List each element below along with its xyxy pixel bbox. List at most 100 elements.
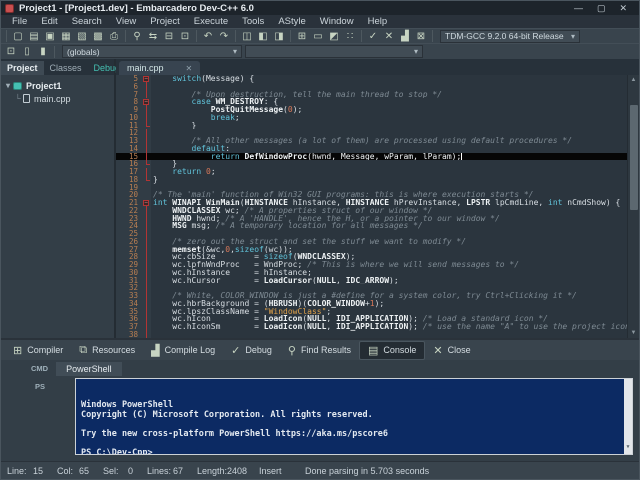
layout-full-icon[interactable]: ▭ — [311, 30, 325, 43]
report-tab-console[interactable]: ▤Console — [359, 341, 425, 360]
save-icon[interactable]: ▣ — [43, 30, 57, 43]
editor-scrollbar[interactable]: ▲ ▼ — [627, 75, 639, 338]
line-number[interactable]: 8 — [116, 98, 142, 106]
code-line[interactable]: 34 wc.hbrBackground = (HBRUSH)(COLOR_WIN… — [116, 300, 639, 308]
code-line[interactable]: 30 wc.hInstance = hInstance; — [116, 269, 639, 277]
line-number[interactable]: 7 — [116, 91, 142, 99]
panel-tab-classes[interactable]: Classes — [44, 61, 88, 75]
layout-grid-icon[interactable]: ⊞ — [295, 30, 309, 43]
line-number[interactable]: 5 — [116, 75, 142, 83]
print-icon[interactable]: ⎙ — [107, 30, 121, 43]
tab-powershell[interactable]: PowerShell — [56, 362, 122, 376]
report-tab-compiler[interactable]: ⊞Compiler — [5, 342, 71, 359]
tree-item-project1[interactable]: ▾Project1 — [3, 79, 112, 92]
report-tab-resources[interactable]: ⧉Resources — [71, 342, 143, 359]
fold-collapse-icon[interactable]: − — [143, 76, 149, 82]
fold-column[interactable]: − — [142, 98, 151, 106]
code-line[interactable]: 11 } — [116, 122, 639, 130]
code-line[interactable]: 5− switch(Message) { — [116, 75, 639, 83]
toggle-bookmark-icon[interactable]: ▯ — [20, 45, 34, 58]
fold-collapse-icon[interactable]: − — [143, 99, 149, 105]
menu-file[interactable]: File — [5, 15, 34, 28]
code-line[interactable]: 29 wc.lpfnWndProc = WndProc; /* This is … — [116, 261, 639, 269]
code-line[interactable]: 33 /* White, COLOR_WINDOW is just a #def… — [116, 292, 639, 300]
tree-expand-icon[interactable]: ▾ — [3, 81, 13, 90]
menu-view[interactable]: View — [109, 15, 143, 28]
code-line[interactable]: 20/* The 'main' function of Win32 GUI pr… — [116, 191, 639, 199]
line-number[interactable]: 6 — [116, 83, 142, 91]
goto-bookmark-icon[interactable]: ▮ — [36, 45, 50, 58]
code-line[interactable]: 24 MSG msg; /* A temporary location for … — [116, 222, 639, 230]
code-line[interactable]: 8− case WM_DESTROY: { — [116, 98, 639, 106]
functions-select[interactable]: ▾ — [245, 45, 423, 58]
code-line[interactable]: 37 wc.hIconSm = LoadIcon(NULL, IDI_APPLI… — [116, 323, 639, 331]
goto-line-icon[interactable]: ⊡ — [178, 30, 192, 43]
code-line[interactable]: 6 — [116, 83, 639, 91]
close-button[interactable]: ✕ — [619, 1, 627, 15]
delete-profiling-icon[interactable]: ⊠ — [414, 30, 428, 43]
menu-execute[interactable]: Execute — [187, 15, 235, 28]
menu-astyle[interactable]: AStyle — [271, 15, 312, 28]
open-file-icon[interactable]: ▤ — [27, 30, 41, 43]
scroll-down-icon[interactable]: ▼ — [628, 328, 639, 338]
report-tab-close[interactable]: ✕Close — [425, 342, 478, 359]
panel-tab-project[interactable]: Project — [1, 61, 44, 75]
comment-icon[interactable]: ◨ — [272, 30, 286, 43]
code-line[interactable]: 31 wc.hCursor = LoadCursor(NULL, IDC_ARR… — [116, 277, 639, 285]
tab-main-cpp[interactable]: main.cpp ✕ — [119, 61, 200, 75]
terminal-scrollbar[interactable]: ▼ — [624, 379, 632, 454]
new-project-icon[interactable]: ◫ — [240, 30, 254, 43]
code-line[interactable]: 18} — [116, 176, 639, 184]
code-line[interactable]: 27 memset(&wc,0,sizeof(wc)); — [116, 246, 639, 254]
redo-icon[interactable]: ↷ — [217, 30, 231, 43]
code-line[interactable]: 12 — [116, 129, 639, 137]
code-line[interactable]: 25 — [116, 230, 639, 238]
code-line[interactable]: 22 WNDCLASSEX wc; /* A properties struct… — [116, 207, 639, 215]
globals-select[interactable]: (globals)▾ — [62, 45, 242, 58]
code-line[interactable]: 10 break; — [116, 114, 639, 122]
scroll-up-icon[interactable]: ▲ — [628, 75, 639, 85]
code-line[interactable]: 36 wc.hIcon = LoadIcon(NULL, IDI_APPLICA… — [116, 315, 639, 323]
layout-classic-icon[interactable]: ∷ — [343, 30, 357, 43]
close-all-icon[interactable]: ▩ — [91, 30, 105, 43]
menu-search[interactable]: Search — [65, 15, 109, 28]
code-line[interactable]: 9 PostQuitMessage(0); — [116, 106, 639, 114]
scrollbar-thumb[interactable] — [630, 105, 638, 210]
code-line[interactable]: 13 /* All other messages (a lot of them)… — [116, 137, 639, 145]
compiler-select[interactable]: TDM-GCC 9.2.0 64-bit Release▾ — [440, 30, 580, 43]
close-file-icon[interactable]: ▧ — [75, 30, 89, 43]
report-tab-compile-log[interactable]: ▟Compile Log — [143, 342, 223, 359]
line-number[interactable]: 38 — [116, 331, 142, 338]
code-line[interactable]: 26 /* zero out the struct and set the st… — [116, 238, 639, 246]
find-icon[interactable]: ⚲ — [130, 30, 144, 43]
code-line[interactable]: 23 HWND hwnd; /* A 'HANDLE', hence the H… — [116, 215, 639, 223]
code-line[interactable]: 32 — [116, 284, 639, 292]
report-tab-find-results[interactable]: ⚲Find Results — [280, 342, 359, 359]
close-tab-icon[interactable]: ✕ — [186, 64, 193, 73]
fold-column[interactable]: − — [142, 75, 151, 83]
tree-item-main-cpp[interactable]: └main.cpp — [3, 92, 112, 105]
code-line[interactable]: 21−int WINAPI WinMain(HINSTANCE hInstanc… — [116, 199, 639, 207]
abort-compile-icon[interactable]: ✕ — [382, 30, 396, 43]
syntax-check-icon[interactable]: ✓ — [366, 30, 380, 43]
fold-collapse-icon[interactable]: − — [143, 200, 149, 206]
code-line[interactable]: 35 wc.lpszClassName = "WindowClass"; — [116, 308, 639, 316]
code-line[interactable]: 38 — [116, 331, 639, 338]
profile-icon[interactable]: ▟ — [398, 30, 412, 43]
fold-column[interactable]: − — [142, 199, 151, 207]
jump-to-icon[interactable]: ⊡ — [4, 45, 18, 58]
code-line[interactable]: 15 return DefWindowProc(hwnd, Message, w… — [116, 153, 639, 161]
code-line[interactable]: 28 wc.cbSize = sizeof(WNDCLASSEX); — [116, 253, 639, 261]
code-line[interactable]: 14 default: — [116, 145, 639, 153]
menu-edit[interactable]: Edit — [34, 15, 64, 28]
save-all-icon[interactable]: ▦ — [59, 30, 73, 43]
menu-help[interactable]: Help — [361, 15, 395, 28]
menu-project[interactable]: Project — [143, 15, 187, 28]
code-line[interactable]: 17 return 0; — [116, 168, 639, 176]
replace-icon[interactable]: ⇆ — [146, 30, 160, 43]
undo-icon[interactable]: ↶ — [201, 30, 215, 43]
menu-window[interactable]: Window — [313, 15, 361, 28]
new-file-icon[interactable]: ▢ — [11, 30, 25, 43]
open-project-icon[interactable]: ◧ — [256, 30, 270, 43]
code-line[interactable]: 7 /* Upon destruction, tell the main thr… — [116, 91, 639, 99]
